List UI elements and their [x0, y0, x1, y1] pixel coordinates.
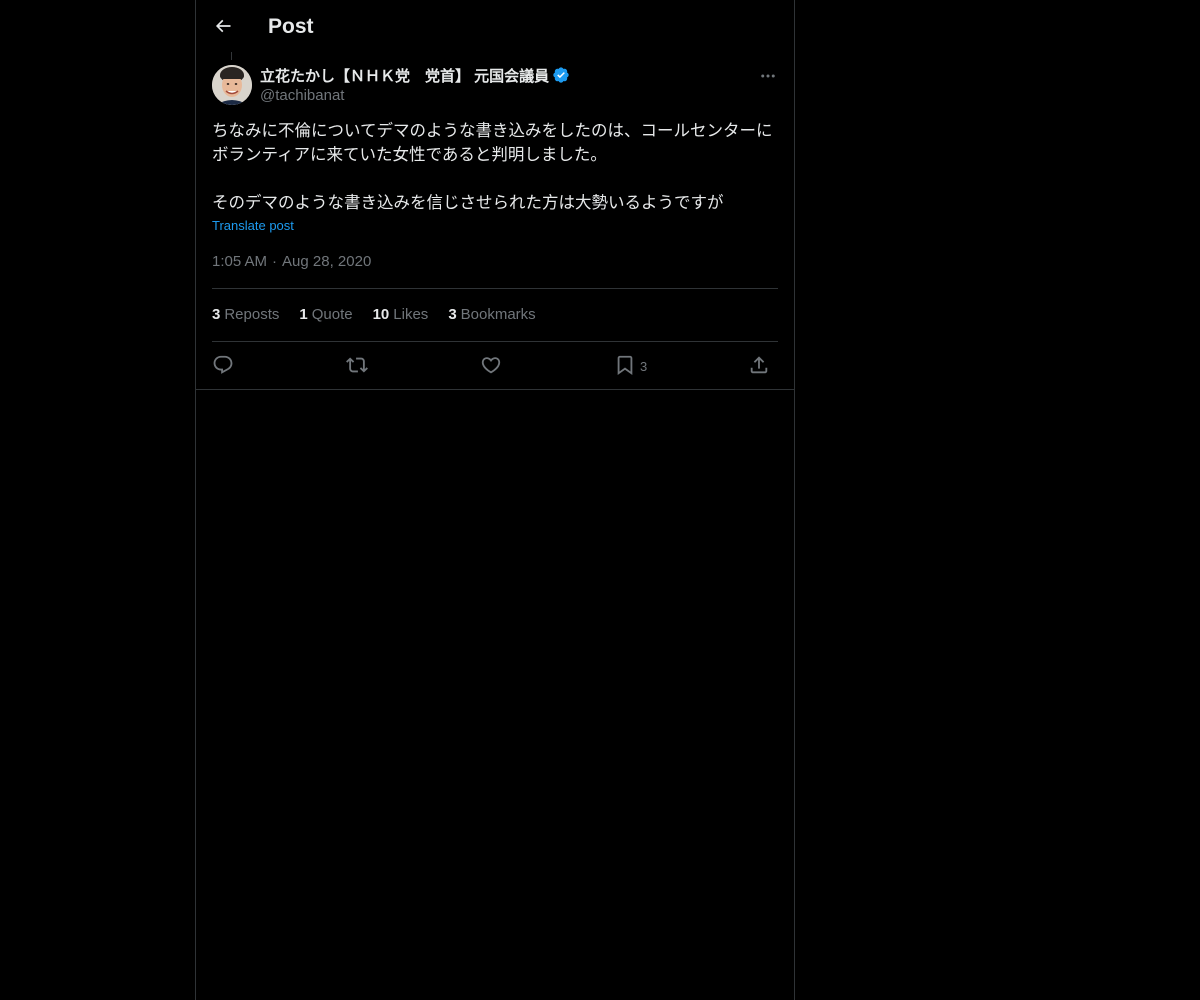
page-title: Post — [268, 15, 314, 38]
avatar[interactable] — [212, 65, 252, 105]
divider — [196, 389, 794, 390]
tweet-time[interactable]: 1:05 AM — [212, 252, 267, 272]
repost-icon — [346, 357, 368, 373]
share-icon — [750, 356, 768, 374]
like-button[interactable] — [480, 352, 502, 378]
tweet-date[interactable]: Aug 28, 2020 — [282, 252, 371, 272]
quotes-label: Quote — [311, 306, 353, 323]
translate-post-link[interactable]: Translate post — [212, 218, 294, 233]
back-button[interactable] — [210, 13, 236, 39]
bookmarks-count: 3 — [448, 306, 457, 323]
bookmark-count: 3 — [640, 359, 648, 374]
action-bar: 3 — [212, 352, 782, 378]
bookmark-icon — [617, 355, 633, 376]
reposts-stat[interactable]: 3 Reposts — [212, 305, 279, 325]
main-column: Post 立花たかし【ＮＨＫ党 党首】 元国会議員 @tachibanat ちな… — [195, 0, 795, 1000]
reply-icon — [213, 355, 233, 374]
author-name[interactable]: 立花たかし【ＮＨＫ党 党首】 元国会議員 — [260, 65, 549, 86]
verified-badge-icon — [552, 66, 570, 84]
likes-stat[interactable]: 10 Likes — [373, 305, 429, 325]
avatar-image — [212, 65, 252, 105]
bookmarks-label: Bookmarks — [460, 306, 536, 323]
bookmarks-stat[interactable]: 3 Bookmarks — [448, 305, 535, 325]
reposts-label: Reposts — [224, 306, 280, 323]
author-handle[interactable]: @tachibanat — [260, 86, 570, 106]
thread-connector — [231, 52, 232, 60]
heart-icon — [481, 357, 501, 374]
likes-label: Likes — [393, 306, 429, 323]
engagement-stats: 3 Reposts 1 Quote 10 Likes 3 Bookmarks — [212, 305, 556, 325]
more-options-button[interactable] — [756, 66, 780, 86]
quotes-stat[interactable]: 1 Quote — [299, 305, 352, 325]
timestamp: 1:05 AM · Aug 28, 2020 — [212, 252, 371, 272]
quotes-count: 1 — [299, 306, 308, 323]
page-header: Post — [196, 0, 794, 53]
divider — [212, 341, 778, 342]
author-name-row: 立花たかし【ＮＨＫ党 党首】 元国会議員 — [260, 64, 570, 86]
tweet-text: ちなみに不倫についてデマのような書き込みをしたのは、コールセンターにボランティア… — [212, 121, 773, 212]
likes-count: 10 — [372, 306, 390, 323]
arrow-left-icon — [215, 19, 231, 33]
timestamp-separator: · — [272, 253, 278, 270]
author-info: 立花たかし【ＮＨＫ党 党首】 元国会議員 @tachibanat — [260, 64, 570, 106]
reply-button[interactable] — [212, 352, 234, 378]
bookmark-button[interactable]: 3 — [614, 352, 647, 378]
repost-button[interactable] — [346, 352, 368, 378]
more-icon — [761, 74, 775, 78]
reposts-count: 3 — [212, 306, 221, 323]
share-button[interactable] — [748, 352, 770, 378]
divider — [212, 288, 778, 289]
